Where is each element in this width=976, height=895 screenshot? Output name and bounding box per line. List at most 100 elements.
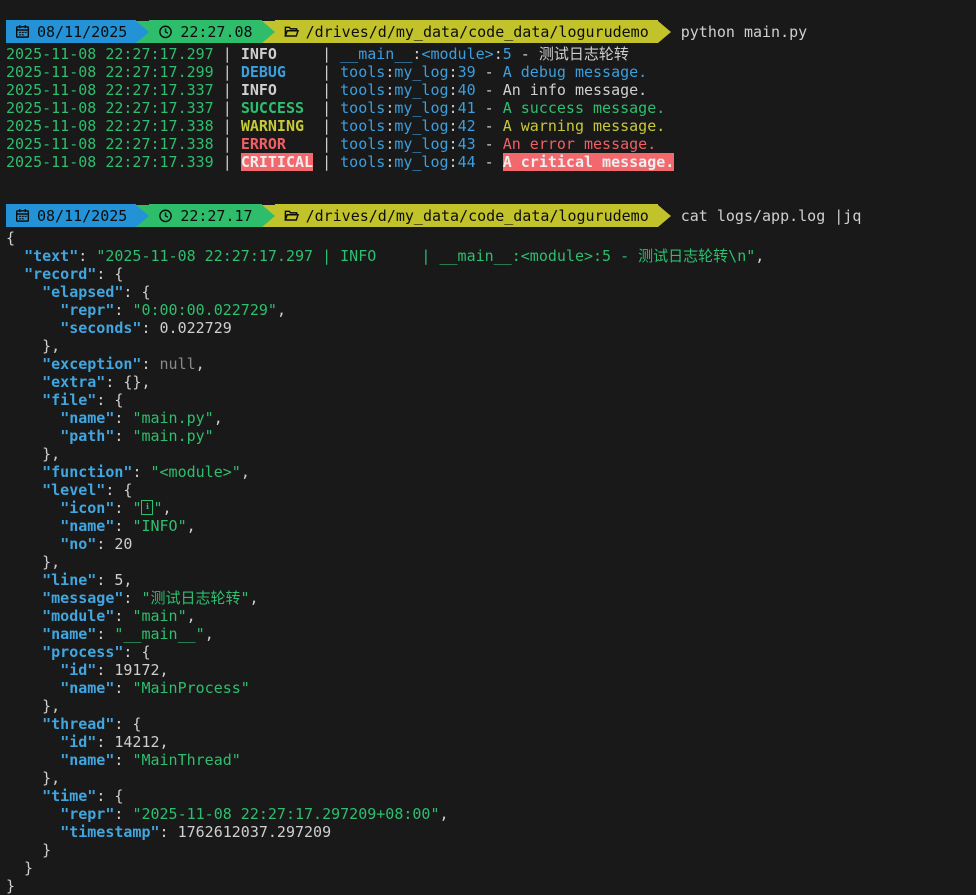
token-white: : [385, 153, 394, 171]
command-text: python main.py [681, 23, 807, 41]
token-white: - [476, 99, 503, 117]
token-white: : [96, 661, 114, 679]
token-yellow: A warning message. [503, 117, 666, 135]
token-white: : [114, 517, 132, 535]
log-output: 2025-11-08 22:27:17.297 | INFO | __main_… [6, 45, 976, 171]
token-white: | [214, 81, 241, 99]
json-line: }, [6, 697, 976, 715]
json-line: "name": "main.py", [6, 409, 976, 427]
token-green: 2025-11-08 22:27:17.337 [6, 99, 214, 117]
token-cyan: tools [340, 135, 385, 153]
token-num: 19172 [114, 661, 159, 679]
token-num: 14212 [114, 733, 159, 751]
token-key: "text" [24, 247, 78, 265]
token-white: : [78, 247, 96, 265]
token-str: "main.py" [132, 409, 213, 427]
token-key: "name" [42, 625, 96, 643]
json-line: "function": "<module>", [6, 463, 976, 481]
json-line: }, [6, 769, 976, 787]
prompt-date-badge: 08/11/2025 [6, 20, 136, 43]
token-white [6, 589, 42, 607]
token-white: | [214, 135, 241, 153]
token-white: }, [6, 553, 60, 571]
token-cyan: 42 [458, 117, 476, 135]
powerline-arrow [262, 21, 275, 43]
prompt-time: 22:27.17 [180, 207, 252, 225]
token-str: "2025-11-08 22:27:17.297209+08:00" [132, 805, 439, 823]
token-key: "function" [42, 463, 132, 481]
token-white: - [512, 45, 539, 63]
json-line: } [6, 859, 976, 877]
prompt-line-1: 08/11/2025 22:27.08 /drives/d/my_data/co… [6, 20, 976, 43]
json-line: "level": { [6, 481, 976, 499]
prompt-line-2: 08/11/2025 22:27.17 /drives/d/my_data/co… [6, 204, 976, 227]
token-white [6, 751, 60, 769]
token-white [6, 265, 24, 283]
token-white: | [286, 63, 340, 81]
token-white: }, [6, 337, 60, 355]
json-line: "name": "__main__", [6, 625, 976, 643]
token-white: : [385, 99, 394, 117]
token-cyan: tools [340, 153, 385, 171]
token-white: } [6, 859, 33, 877]
json-line: "exception": null, [6, 355, 976, 373]
powerline-arrow [136, 21, 149, 43]
token-cyan: my_log [394, 63, 448, 81]
token-str: "main" [132, 607, 186, 625]
prompt-path: /drives/d/my_data/code_data/logurudemo [306, 23, 649, 41]
token-white [6, 499, 60, 517]
token-white: , [277, 301, 286, 319]
token-cyan: tools [340, 117, 385, 135]
token-green: 2025-11-08 22:27:17.338 [6, 135, 214, 153]
powerline-arrow [262, 205, 275, 227]
token-key: "repr" [60, 301, 114, 319]
json-line: "elapsed": { [6, 283, 976, 301]
json-line: "message": "测试日志轮转", [6, 589, 976, 607]
token-cyan: 39 [458, 63, 476, 81]
token-cyan: tools [340, 63, 385, 81]
token-white: : { [123, 283, 150, 301]
clock-icon [158, 208, 173, 223]
token-white: : [494, 45, 503, 63]
prompt-time-badge: 22:27.17 [149, 204, 261, 227]
powerline-arrow [658, 205, 671, 227]
token-num: 0.022729 [160, 319, 232, 337]
prompt-date-badge: 08/11/2025 [6, 204, 136, 227]
token-white: : [123, 589, 141, 607]
token-key: "thread" [42, 715, 114, 733]
token-red: An error message. [503, 135, 657, 153]
token-white [6, 805, 60, 823]
token-gray: null [160, 355, 196, 373]
token-white [6, 247, 24, 265]
json-line: "icon": "ℹ", [6, 499, 976, 517]
token-white: : [114, 805, 132, 823]
token-white-bold: INFO [241, 45, 277, 63]
token-white: : {}, [105, 373, 150, 391]
token-white: : [114, 607, 132, 625]
token-key: "file" [42, 391, 96, 409]
token-green: 2025-11-08 22:27:17.299 [6, 63, 214, 81]
token-white [6, 319, 60, 337]
token-str: "2025-11-08 22:27:17.297 | INFO | __main… [96, 247, 755, 265]
token-white: : { [96, 265, 123, 283]
json-line: "text": "2025-11-08 22:27:17.297 | INFO … [6, 247, 976, 265]
token-key: "name" [60, 751, 114, 769]
token-white: , [123, 571, 132, 589]
token-key: "timestamp" [60, 823, 159, 841]
info-icon-tofu: ℹ [141, 500, 153, 515]
token-white: , [214, 409, 223, 427]
json-line: "time": { [6, 787, 976, 805]
token-white [6, 373, 42, 391]
prompt-time-badge: 22:27.08 [149, 20, 261, 43]
token-white: - [476, 135, 503, 153]
token-white [6, 301, 60, 319]
json-line: "repr": "0:00:00.022729", [6, 301, 976, 319]
token-green: 2025-11-08 22:27:17.339 [6, 153, 214, 171]
token-white: : [96, 733, 114, 751]
json-output: { "text": "2025-11-08 22:27:17.297 | INF… [6, 229, 976, 895]
token-white-bold: INFO [241, 81, 277, 99]
prompt-path-badge: /drives/d/my_data/code_data/logurudemo [275, 20, 658, 43]
token-red-bold: ERROR [241, 135, 286, 153]
token-white: : [114, 499, 132, 517]
terminal-window[interactable]: { "colors": { "terminal_bg": "#191919", … [0, 0, 976, 886]
